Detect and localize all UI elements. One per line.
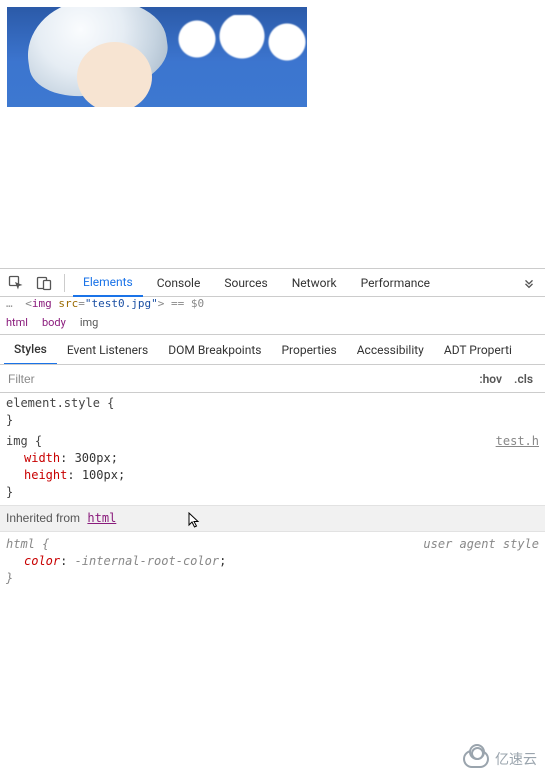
close-brace: } — [6, 571, 13, 585]
device-toggle-icon[interactable] — [32, 271, 56, 295]
more-tabs-icon[interactable] — [517, 276, 541, 290]
src-q2: " — [151, 297, 158, 310]
tab-performance[interactable]: Performance — [351, 269, 440, 296]
subtab-accessibility[interactable]: Accessibility — [347, 335, 434, 364]
styles-body: element.style { } test.h img { width: 30… — [0, 393, 545, 587]
elements-breadcrumbs: html body img — [0, 311, 545, 335]
selector: element.style — [6, 396, 100, 410]
open-brace: { — [35, 434, 42, 448]
cloud-icon — [463, 750, 489, 768]
inherited-tag-link[interactable]: html — [87, 511, 116, 525]
devtools-panel: Elements Console Sources Network Perform… — [0, 268, 545, 587]
subtab-adt[interactable]: ADT Properti — [434, 335, 522, 364]
src-eq: = — [78, 297, 85, 310]
subtab-dom-breakpoints[interactable]: DOM Breakpoints — [158, 335, 271, 364]
crumb-html[interactable]: html — [6, 316, 28, 329]
subtab-properties[interactable]: Properties — [271, 335, 346, 364]
tab-elements[interactable]: Elements — [73, 270, 143, 297]
ua-stylesheet-label: user agent style — [423, 536, 539, 553]
close-brace: } — [6, 485, 13, 499]
src-q1: " — [85, 297, 92, 310]
decl-height[interactable]: height: 100px; — [6, 467, 539, 484]
styles-filter-row: :hov .cls — [0, 365, 545, 393]
subtab-event-listeners[interactable]: Event Listeners — [57, 335, 158, 364]
crumb-img[interactable]: img — [80, 316, 99, 329]
prop-value: 300px — [75, 451, 111, 465]
prop-name: height — [24, 468, 67, 482]
prop-name: width — [24, 451, 60, 465]
open-brace: { — [42, 537, 49, 551]
hov-toggle[interactable]: :hov — [473, 372, 508, 386]
cls-toggle[interactable]: .cls — [508, 372, 539, 386]
selector: html — [6, 537, 35, 551]
inherited-from-bar: Inherited from html — [0, 505, 545, 532]
src-attr-name: src — [58, 297, 78, 310]
open-brace: { — [107, 396, 114, 410]
src-attr-val: test0.jpg — [92, 297, 152, 310]
divider — [64, 274, 65, 292]
character-face — [77, 42, 152, 107]
elements-source-line[interactable]: … <img src="test0.jpg"> == $0 — [0, 297, 545, 311]
inspect-icon[interactable] — [4, 271, 28, 295]
src-open: < — [25, 297, 32, 310]
rule-img[interactable]: test.h img { width: 300px; height: 100px… — [6, 433, 539, 501]
rule-html-ua[interactable]: user agent style html { color: -internal… — [6, 536, 539, 587]
cursor-icon — [188, 512, 200, 530]
devtools-main-tabs: Elements Console Sources Network Perform… — [0, 269, 545, 297]
crumb-body[interactable]: body — [42, 316, 66, 329]
page-viewport — [0, 0, 545, 268]
src-ellipsis: … — [6, 297, 13, 310]
tab-network[interactable]: Network — [282, 269, 347, 296]
subtab-styles[interactable]: Styles — [4, 336, 57, 365]
sky-clouds — [167, 15, 307, 75]
prop-name: color — [24, 554, 60, 568]
styles-filter-input[interactable] — [6, 371, 126, 387]
rule-source-link[interactable]: test.h — [496, 433, 539, 450]
inherited-label: Inherited from — [6, 511, 80, 525]
preview-image — [7, 7, 307, 107]
styles-sub-tabs: Styles Event Listeners DOM Breakpoints P… — [0, 335, 545, 365]
prop-value: 100px — [82, 468, 118, 482]
src-close: > — [158, 297, 165, 310]
src-selected-marker: == $0 — [171, 297, 204, 310]
watermark-text: 亿速云 — [495, 749, 537, 769]
tab-sources[interactable]: Sources — [214, 269, 277, 296]
rule-element-style[interactable]: element.style { } — [6, 395, 539, 429]
watermark: 亿速云 — [463, 749, 537, 769]
selector: img — [6, 434, 28, 448]
decl-width[interactable]: width: 300px; — [6, 450, 539, 467]
src-tag: img — [32, 297, 52, 310]
prop-value: -internal-root-color — [75, 554, 220, 568]
tab-console[interactable]: Console — [147, 269, 211, 296]
close-brace: } — [6, 413, 13, 427]
decl-color[interactable]: color: -internal-root-color; — [6, 553, 539, 570]
